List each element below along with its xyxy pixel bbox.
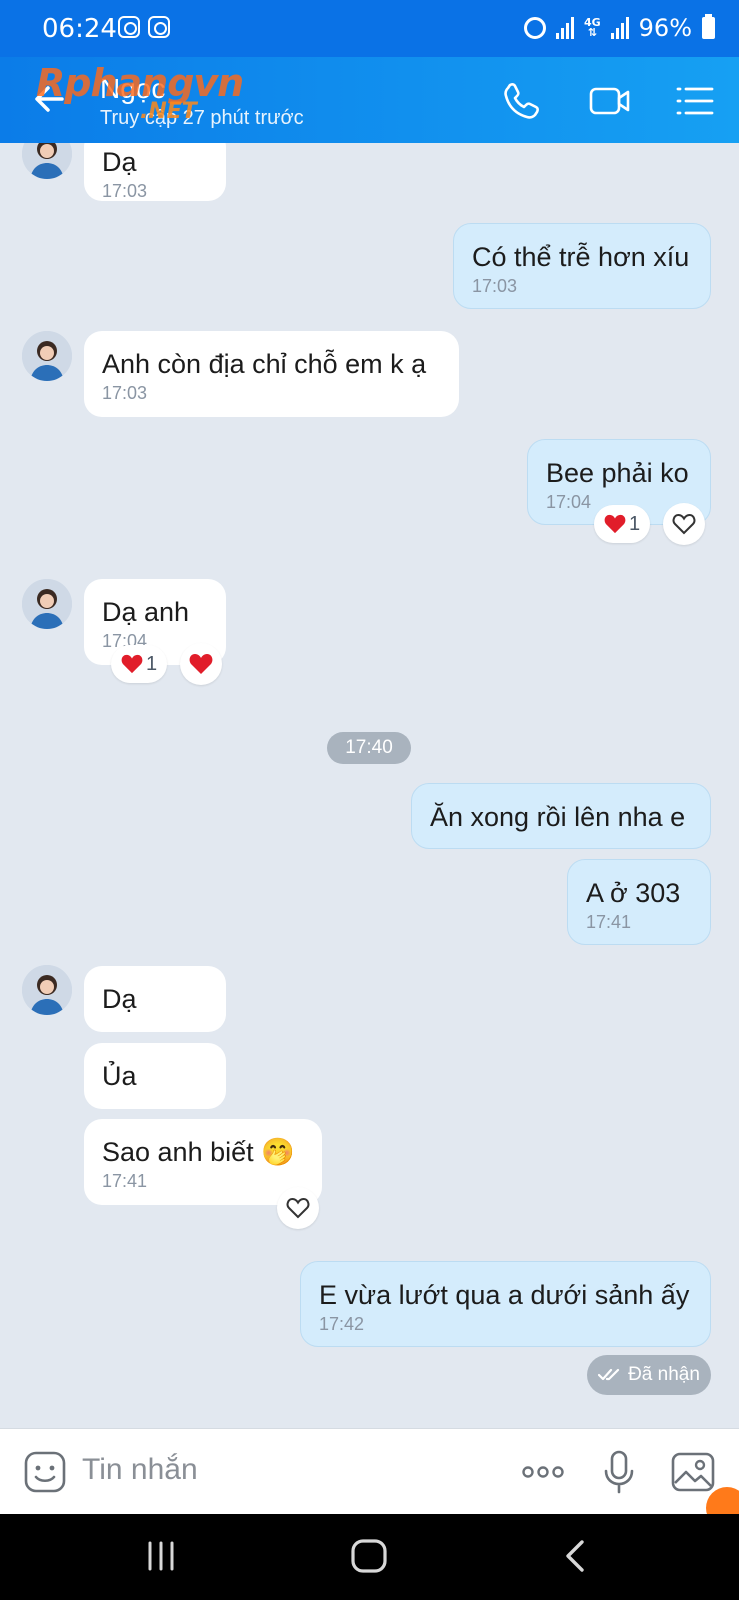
battery-percent: 96% [638, 14, 692, 42]
chat-header: Ngọc Truy cập 27 phút trước Rphangvn .NE… [0, 57, 739, 143]
message-bubble[interactable]: Dạ 17:03 [84, 143, 226, 201]
message-bubble[interactable]: Ăn xong rồi lên nha e [411, 783, 711, 849]
heart-outline-icon [672, 513, 696, 535]
avatar[interactable] [22, 143, 72, 179]
reaction-badge[interactable]: 1 [594, 505, 650, 543]
recent-apps-icon[interactable] [144, 1539, 178, 1573]
list-menu-icon[interactable] [674, 79, 718, 123]
watermark-suffix: .NET [140, 99, 197, 124]
mic-icon[interactable] [596, 1449, 642, 1495]
instagram-icon [148, 16, 170, 38]
avatar[interactable] [22, 965, 72, 1015]
message-bubble[interactable]: Anh còn địa chỉ chỗ em k ạ 17:03 [84, 331, 459, 417]
message-list[interactable]: Dạ 17:03 Có thể trễ hơn xíu 17:03 Anh cò… [0, 143, 739, 1428]
signal-icon [610, 17, 629, 39]
signal-icon [555, 17, 574, 39]
message-bubble[interactable]: Có thể trễ hơn xíu 17:03 [453, 223, 711, 309]
react-button[interactable] [180, 643, 222, 685]
last-seen: Truy cập 27 phút trước [100, 107, 304, 129]
message-bubble[interactable]: Ủa [84, 1043, 226, 1109]
heart-icon [604, 514, 626, 534]
battery-icon [702, 14, 715, 39]
message-time: 17:42 [319, 1314, 365, 1334]
double-check-icon [598, 1368, 620, 1381]
reaction-badge[interactable]: 1 [111, 645, 167, 683]
alarm-icon [523, 17, 546, 39]
video-icon[interactable] [588, 79, 632, 123]
message-time: 17:41 [102, 1171, 148, 1191]
status-bar: 06:24 4G ⇅ 96% [0, 0, 739, 57]
back-nav-icon[interactable] [562, 1539, 588, 1573]
message-input[interactable]: Tin nhắn [82, 1453, 198, 1487]
delivery-status: Đã nhận [587, 1355, 711, 1395]
reaction-count: 1 [628, 512, 641, 535]
phone-icon[interactable] [500, 79, 544, 123]
reaction-count: 1 [145, 652, 158, 675]
status-time: 06:24 [42, 14, 117, 44]
avatar[interactable] [22, 331, 72, 381]
message-time: 17:03 [102, 383, 148, 403]
react-button[interactable] [663, 503, 705, 545]
avatar[interactable] [22, 579, 72, 629]
message-bubble[interactable]: E vừa lướt qua a dưới sảnh ấy 17:42 [300, 1261, 711, 1347]
system-nav-bar [0, 1514, 739, 1600]
message-time: 17:03 [102, 181, 148, 201]
time-divider: 17:40 [327, 732, 411, 764]
more-icon[interactable] [520, 1449, 566, 1495]
image-icon[interactable] [670, 1449, 716, 1495]
message-bubble[interactable]: Dạ [84, 966, 226, 1032]
instagram-icon [118, 16, 140, 38]
heart-icon [189, 654, 213, 674]
heart-icon [121, 654, 143, 674]
composer: Tin nhắn [0, 1428, 739, 1529]
message-bubble[interactable]: A ở 303 17:41 [567, 859, 711, 945]
heart-outline-icon [286, 1197, 310, 1219]
home-icon[interactable] [350, 1539, 388, 1573]
message-time: 17:03 [472, 276, 518, 296]
react-button[interactable] [277, 1187, 319, 1229]
network-type: 4G ⇅ [583, 16, 601, 39]
sticker-icon[interactable] [22, 1449, 68, 1495]
message-time: 17:41 [586, 912, 632, 932]
